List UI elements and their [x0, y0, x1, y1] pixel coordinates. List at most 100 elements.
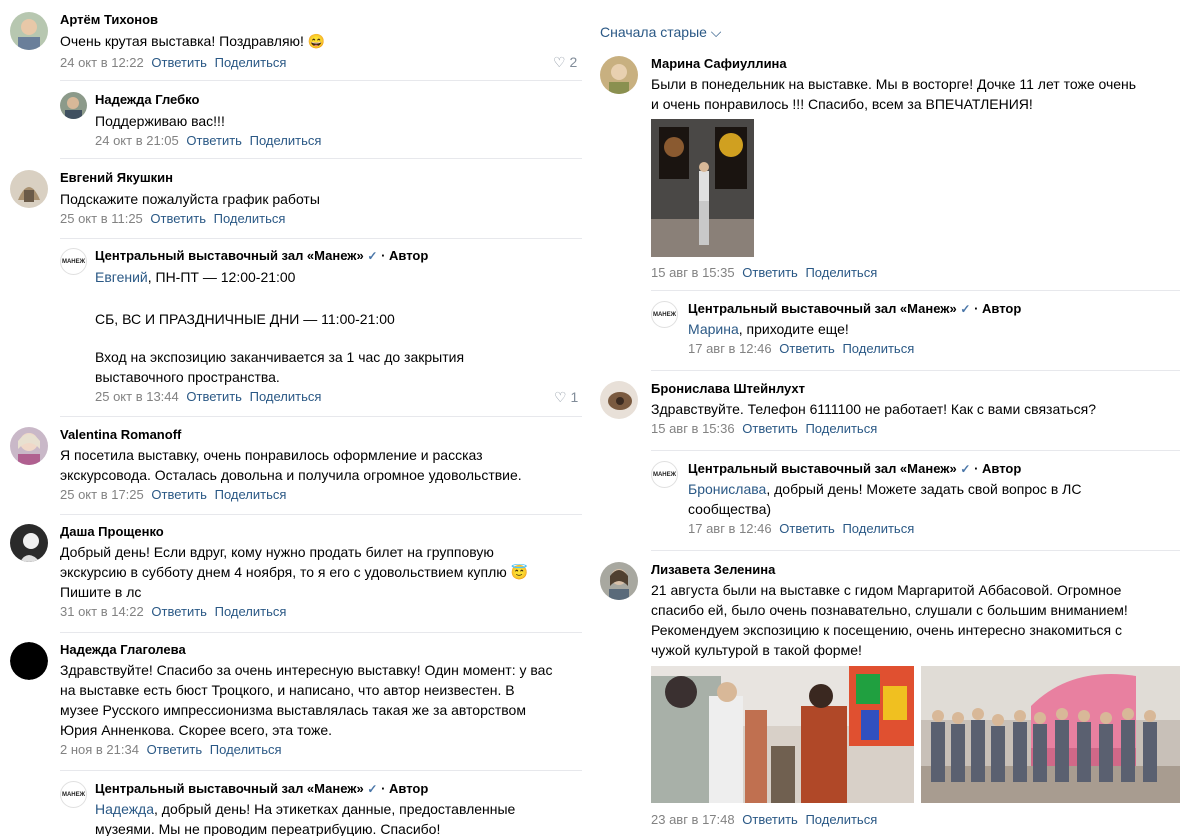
mention-link[interactable]: Марина: [688, 321, 739, 337]
avatar[interactable]: [10, 427, 48, 465]
share-button[interactable]: Поделиться: [215, 55, 287, 70]
share-button[interactable]: Поделиться: [842, 521, 914, 536]
avatar[interactable]: [600, 381, 638, 419]
comment-date[interactable]: 23 авг в 17:48: [651, 812, 735, 827]
comment-author[interactable]: Лизавета Зеленина: [651, 562, 1128, 578]
author-tag: · Автор: [974, 461, 1022, 476]
comment-author[interactable]: Центральный выставочный зал «Манеж»: [95, 248, 364, 263]
mention-link[interactable]: Бронислава: [688, 481, 766, 497]
share-button[interactable]: Поделиться: [842, 341, 914, 356]
comment-date[interactable]: 15 авг в 15:35: [651, 265, 735, 280]
divider: [60, 632, 582, 633]
comment-author[interactable]: Артём Тихонов: [60, 12, 325, 28]
comment-date[interactable]: 24 окт в 21:05: [95, 133, 179, 148]
share-button[interactable]: Поделиться: [805, 265, 877, 280]
comment-text: Подскажите пожалуйста график работы: [60, 191, 320, 207]
comment-author[interactable]: Марина Сафиуллина: [651, 56, 1136, 72]
avatar[interactable]: [10, 170, 48, 208]
reply-button[interactable]: Ответить: [742, 812, 798, 827]
photo-attachment[interactable]: [921, 666, 1180, 803]
comment-author[interactable]: Бронислава Штейнлухт: [651, 381, 1096, 397]
comment-text: , добрый день! На этикетках данные, пред…: [154, 801, 516, 817]
avatar[interactable]: [10, 12, 48, 50]
comment-text: спасибо ей, было очень познавательно, сл…: [651, 602, 1128, 618]
like-button[interactable]: ♡ 1: [554, 389, 578, 406]
avatar[interactable]: [600, 562, 638, 600]
reply-button[interactable]: Ответить: [742, 265, 798, 280]
comment-author[interactable]: Надежда Глаголева: [60, 642, 552, 658]
comment-author[interactable]: Valentina Romanoff: [60, 427, 522, 443]
divider: [651, 370, 1180, 371]
comment-author[interactable]: Надежда Глебко: [95, 92, 321, 108]
comment-date[interactable]: 31 окт в 14:22: [60, 604, 144, 619]
manege-logo[interactable]: МАНЕЖ: [651, 461, 678, 488]
comment-text: музее Русского импрессионизма выставляла…: [60, 702, 526, 718]
reply-button[interactable]: Ответить: [186, 389, 242, 404]
reply-button[interactable]: Ответить: [151, 487, 207, 502]
comment-text: , приходите еще!: [738, 321, 849, 337]
share-button[interactable]: Поделиться: [250, 389, 322, 404]
share-button[interactable]: Поделиться: [805, 812, 877, 827]
comment-text: Очень крутая выставка! Поздравляю! 😄: [60, 33, 326, 49]
reply-button[interactable]: Ответить: [151, 55, 207, 70]
comment-author[interactable]: Даша Прощенко: [60, 524, 528, 540]
comment-text: Пишите в лс: [60, 584, 142, 600]
reply-button[interactable]: Ответить: [742, 421, 798, 436]
manege-logo[interactable]: МАНЕЖ: [60, 781, 87, 808]
avatar[interactable]: [10, 524, 48, 562]
comment-author[interactable]: Евгений Якушкин: [60, 170, 320, 186]
comment-date[interactable]: 25 окт в 11:25: [60, 211, 143, 226]
comment-text: экскурсию в субботу днем 4 ноября, то я …: [60, 564, 529, 580]
comment-text: Здравствуйте! Спасибо за очень интересну…: [60, 662, 553, 678]
comment-text: Я посетила выставку, очень понравилось о…: [60, 447, 483, 463]
share-button[interactable]: Поделиться: [214, 211, 286, 226]
divider: [651, 290, 1180, 291]
avatar[interactable]: [600, 56, 638, 94]
sort-dropdown[interactable]: Сначала старые ⌵: [600, 24, 721, 41]
reply-button[interactable]: Ответить: [151, 604, 207, 619]
comment-date[interactable]: 2 ноя в 21:34: [60, 742, 139, 757]
comment-author[interactable]: Центральный выставочный зал «Манеж»: [688, 301, 957, 316]
mention-link[interactable]: Евгений: [95, 269, 148, 285]
comment-author[interactable]: Центральный выставочный зал «Манеж»: [688, 461, 957, 476]
comment-date[interactable]: 25 окт в 13:44: [95, 389, 179, 404]
comment-date[interactable]: 17 авг в 12:46: [688, 341, 772, 356]
manege-logo[interactable]: МАНЕЖ: [651, 301, 678, 328]
comment-date[interactable]: 24 окт в 12:22: [60, 55, 144, 70]
reply-button[interactable]: Ответить: [150, 211, 206, 226]
verified-icon: ✓: [367, 249, 378, 263]
comment-text: , ПН-ПТ — 12:00-21:00: [147, 269, 296, 285]
share-button[interactable]: Поделиться: [215, 604, 287, 619]
author-tag: · Автор: [381, 248, 429, 263]
comment-text: Здравствуйте. Телефон 6111100 не работае…: [651, 401, 1097, 417]
share-button[interactable]: Поделиться: [805, 421, 877, 436]
comment-date[interactable]: 25 окт в 17:25: [60, 487, 144, 502]
reply-button[interactable]: Ответить: [147, 742, 203, 757]
comment-text: на выставке есть бюст Троцкого, и написа…: [60, 682, 515, 698]
comment-text: Юрия Анненкова. Скорее всего, эта тоже.: [60, 722, 333, 738]
share-button[interactable]: Поделиться: [250, 133, 322, 148]
reply-button[interactable]: Ответить: [779, 521, 835, 536]
share-button[interactable]: Поделиться: [210, 742, 282, 757]
comment-text: Добрый день! Если вдруг, кому нужно прод…: [60, 544, 494, 560]
like-button[interactable]: ♡ 2: [553, 54, 577, 71]
reply-button[interactable]: Ответить: [186, 133, 242, 148]
comment-text: чужой культурой в такой форме!: [651, 642, 862, 658]
comment-text: сообщества): [688, 501, 772, 517]
mention-link[interactable]: Надежда: [95, 801, 154, 817]
comment-author[interactable]: Центральный выставочный зал «Манеж»: [95, 781, 364, 796]
comment-text: СБ, ВС И ПРАЗДНИЧНЫЕ ДНИ — 11:00-21:00: [95, 311, 395, 327]
divider: [60, 158, 582, 159]
comment-date[interactable]: 17 авг в 12:46: [688, 521, 772, 536]
photo-attachment[interactable]: [651, 119, 754, 257]
manege-logo[interactable]: МАНЕЖ: [60, 248, 87, 275]
comment-text: 21 августа были на выставке с гидом Марг…: [651, 582, 1122, 598]
share-button[interactable]: Поделиться: [215, 487, 287, 502]
photo-attachment[interactable]: [651, 666, 914, 803]
avatar[interactable]: [10, 642, 48, 680]
avatar[interactable]: [60, 92, 87, 119]
author-tag: · Автор: [381, 781, 429, 796]
reply-button[interactable]: Ответить: [779, 341, 835, 356]
comment-date[interactable]: 15 авг в 15:36: [651, 421, 735, 436]
divider: [60, 770, 582, 771]
